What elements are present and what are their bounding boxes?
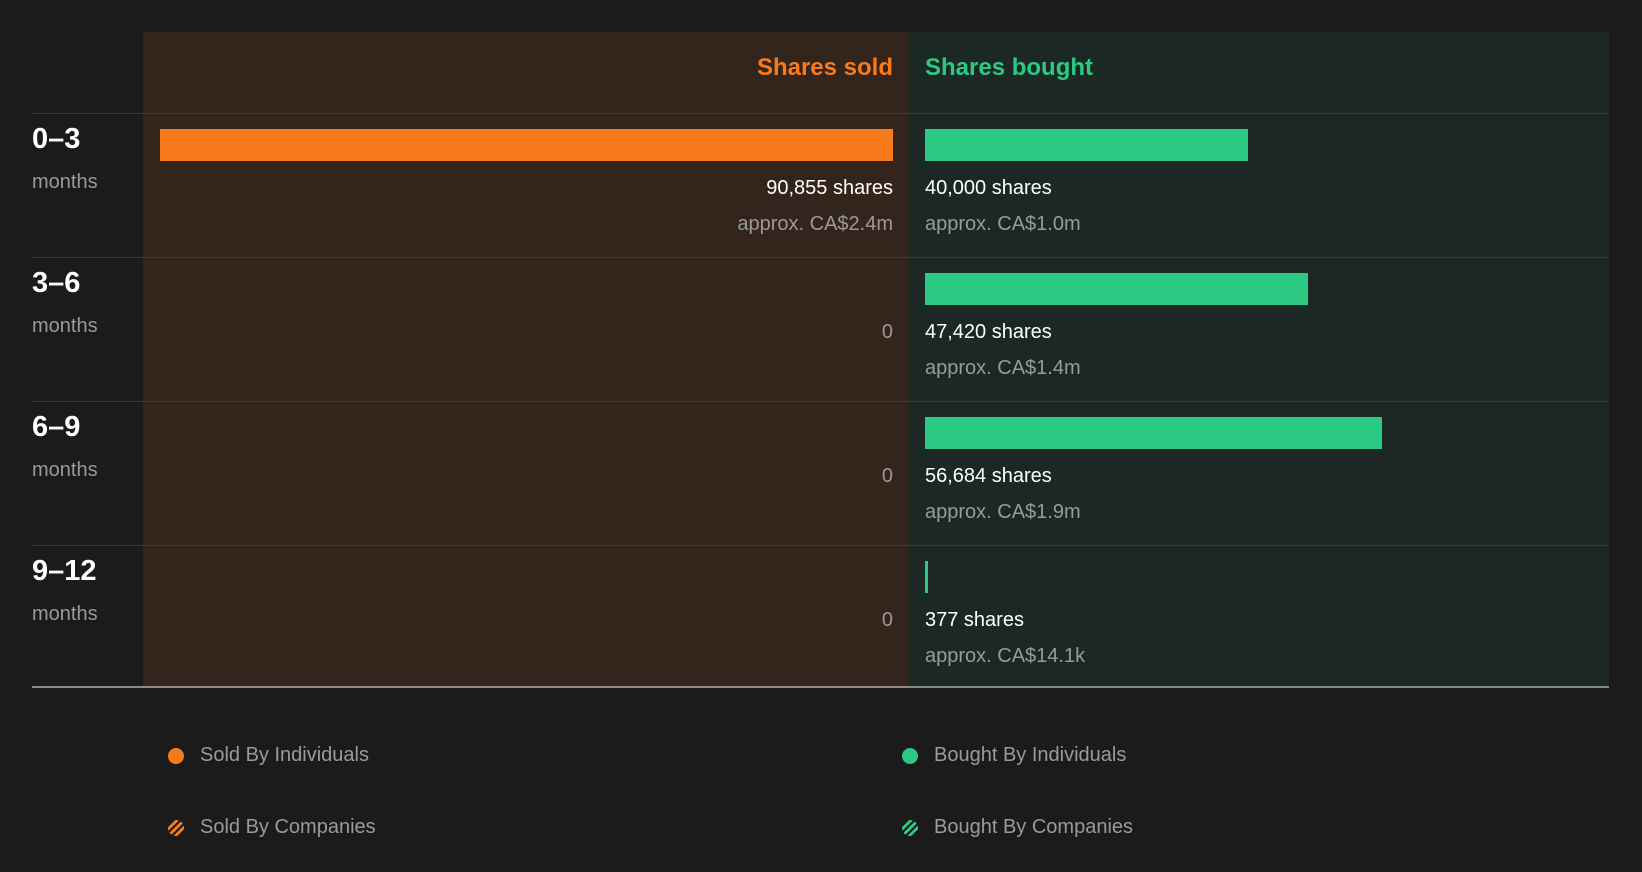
striped-swatch-icon <box>168 819 184 836</box>
sold-zero-label: 0 <box>881 321 893 343</box>
period-row: 3–6 months 0 47,420 shares approx. CA$1.4m <box>0 257 1642 401</box>
shares-sold-header: Shares sold <box>756 54 893 81</box>
legend-label: Bought By Companies <box>934 816 1134 838</box>
period-row: 6–9 months 0 56,684 shares approx. CA$1.9m <box>0 401 1642 545</box>
legend-item: Bought By Companies <box>902 816 1133 839</box>
bought-bar <box>925 561 929 593</box>
bought-value-label: approx. CA$1.9m <box>925 501 1081 523</box>
legend-item: Sold By Individuals <box>168 744 369 767</box>
bought-value-label: approx. CA$14.1k <box>925 645 1086 667</box>
period-label: 9–12 <box>32 555 97 587</box>
legend-label: Bought By Individuals <box>934 744 1127 766</box>
period-unit-label: months <box>32 603 98 625</box>
chart-baseline <box>32 686 1609 688</box>
bought-shares-label: 47,420 shares <box>925 321 1052 343</box>
bought-value-label: approx. CA$1.0m <box>925 213 1081 235</box>
sold-zero-label: 0 <box>881 465 893 487</box>
sold-zero-label: 0 <box>881 609 893 631</box>
bought-shares-label: 40,000 shares <box>925 177 1052 199</box>
sold-value-label: approx. CA$2.4m <box>737 213 893 235</box>
shares-bought-header: Shares bought <box>925 54 1094 81</box>
period-unit-label: months <box>32 171 98 193</box>
period-row: 0–3 months 90,855 shares approx. CA$2.4m 40,… <box>0 113 1642 257</box>
legend-item: Sold By Companies <box>168 816 376 839</box>
bought-bar <box>925 273 1308 305</box>
bought-shares-label: 56,684 shares <box>925 465 1052 487</box>
solid-swatch-icon <box>902 747 918 764</box>
period-unit-label: months <box>32 459 98 481</box>
period-label: 3–6 <box>32 267 81 299</box>
period-label: 6–9 <box>32 411 81 443</box>
insider-trading-chart: Shares sold Shares bought 0–3 months 90,85… <box>0 0 1642 872</box>
solid-swatch-icon <box>168 747 184 764</box>
period-row: 9–12 months 0 377 shares approx. CA$14.1k <box>0 545 1642 689</box>
bought-value-label: approx. CA$1.4m <box>925 357 1081 379</box>
sold-shares-label: 90,855 shares <box>766 177 893 199</box>
period-label: 0–3 <box>32 123 81 155</box>
legend-item: Bought By Individuals <box>902 744 1126 767</box>
bought-shares-label: 377 shares <box>925 609 1024 631</box>
bought-bar <box>925 417 1383 449</box>
legend-label: Sold By Companies <box>200 816 376 838</box>
legend-label: Sold By Individuals <box>200 744 369 766</box>
sold-bar <box>160 129 893 161</box>
bought-bar <box>925 129 1248 161</box>
striped-swatch-icon <box>902 819 918 836</box>
period-unit-label: months <box>32 315 98 337</box>
